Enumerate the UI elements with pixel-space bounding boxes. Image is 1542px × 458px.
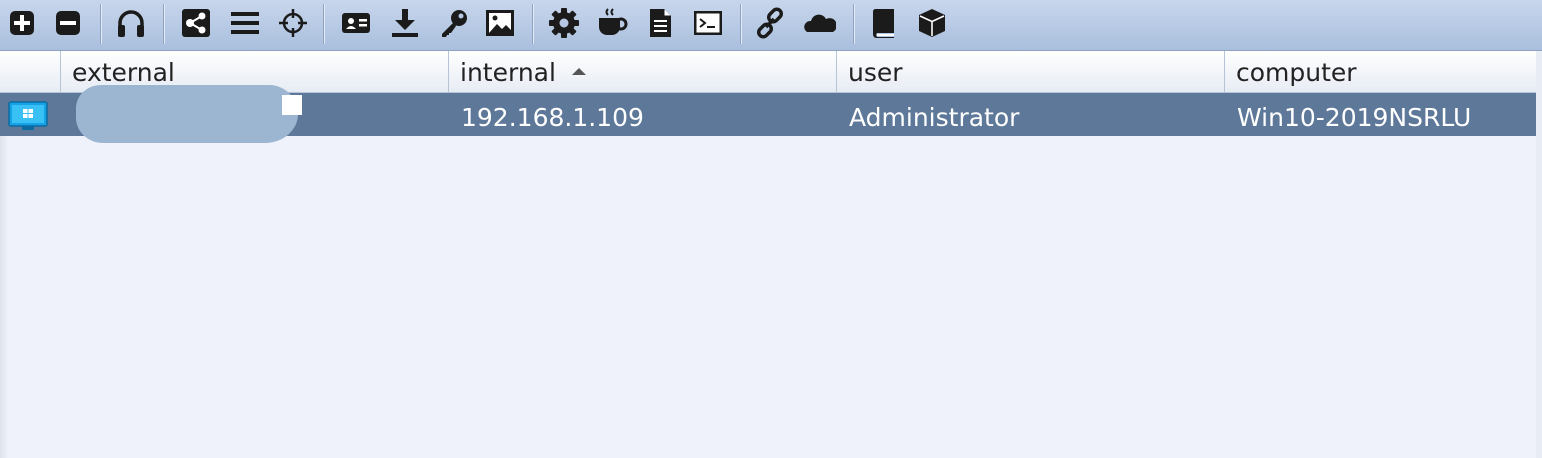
pivot-graph-icon [182,9,210,37]
payload-generator-button[interactable] [544,3,584,43]
cell-external [61,93,73,136]
cloud-icon [804,14,836,32]
java-payload-button[interactable] [592,3,632,43]
terminal-icon [694,11,722,35]
add-icon [10,11,34,35]
toolbar-separator [532,4,534,44]
key-icon [442,10,467,37]
cloud-button[interactable] [800,3,840,43]
coffee-cup-icon [599,8,628,35]
toolbar-separator [163,4,165,44]
cell-user: Administrator [849,103,1020,132]
keystrokes-button[interactable] [434,3,474,43]
console-button[interactable] [688,3,728,43]
id-card-icon [342,13,370,33]
toolbar-separator [100,4,102,44]
table-row[interactable]: 192.168.1.109 Administrator Win10-2019NS… [0,85,1542,143]
redaction-square [282,95,302,115]
listeners-button[interactable] [111,3,151,43]
column-label-computer: computer [1236,58,1357,87]
headphones-icon [118,10,144,37]
downloads-button[interactable] [385,3,425,43]
column-header-computer[interactable]: computer [1225,51,1542,93]
column-label-internal: internal [460,58,556,87]
targets-button[interactable] [273,3,313,43]
cell-internal: 192.168.1.109 [461,103,644,132]
book-icon [872,9,894,38]
column-label-external: external [72,58,175,87]
gear-icon [549,8,579,38]
cube-icon [919,9,945,37]
document-icon [650,9,671,37]
help-button[interactable] [864,3,904,43]
remove-button[interactable] [48,3,88,43]
link-icon [756,7,784,39]
table-edge [1536,51,1542,458]
column-label-user: user [848,58,903,87]
column-header-user[interactable]: user [837,51,1225,93]
crosshair-icon [279,9,307,37]
report-button[interactable] [640,3,680,43]
web-drive-by-button[interactable] [750,3,790,43]
image-icon [486,10,514,36]
redaction-mark [76,85,302,143]
toolbar-separator [853,4,855,44]
toolbar-separator [740,4,742,44]
add-button[interactable] [2,3,42,43]
table-body[interactable]: 192.168.1.109 Administrator Win10-2019NS… [0,85,1542,458]
cell-computer: Win10-2019NSRLU [1237,103,1472,132]
row-gutter [0,93,8,458]
toolbar [0,0,1542,51]
download-icon [392,9,418,37]
screenshots-button[interactable] [480,3,520,43]
windows-icon [8,101,48,130]
list-view-button[interactable] [225,3,265,43]
beacon-table-view: external internal user computer 192.168.… [0,0,1542,458]
icon-column-header[interactable] [0,51,61,93]
pivot-graph-button[interactable] [176,3,216,43]
column-header-internal[interactable]: internal [449,51,837,93]
toolbar-separator [323,4,325,44]
list-icon [231,12,259,34]
sort-ascending-icon [571,68,586,75]
credentials-button[interactable] [336,3,376,43]
about-button[interactable] [912,3,952,43]
remove-icon [56,11,80,35]
